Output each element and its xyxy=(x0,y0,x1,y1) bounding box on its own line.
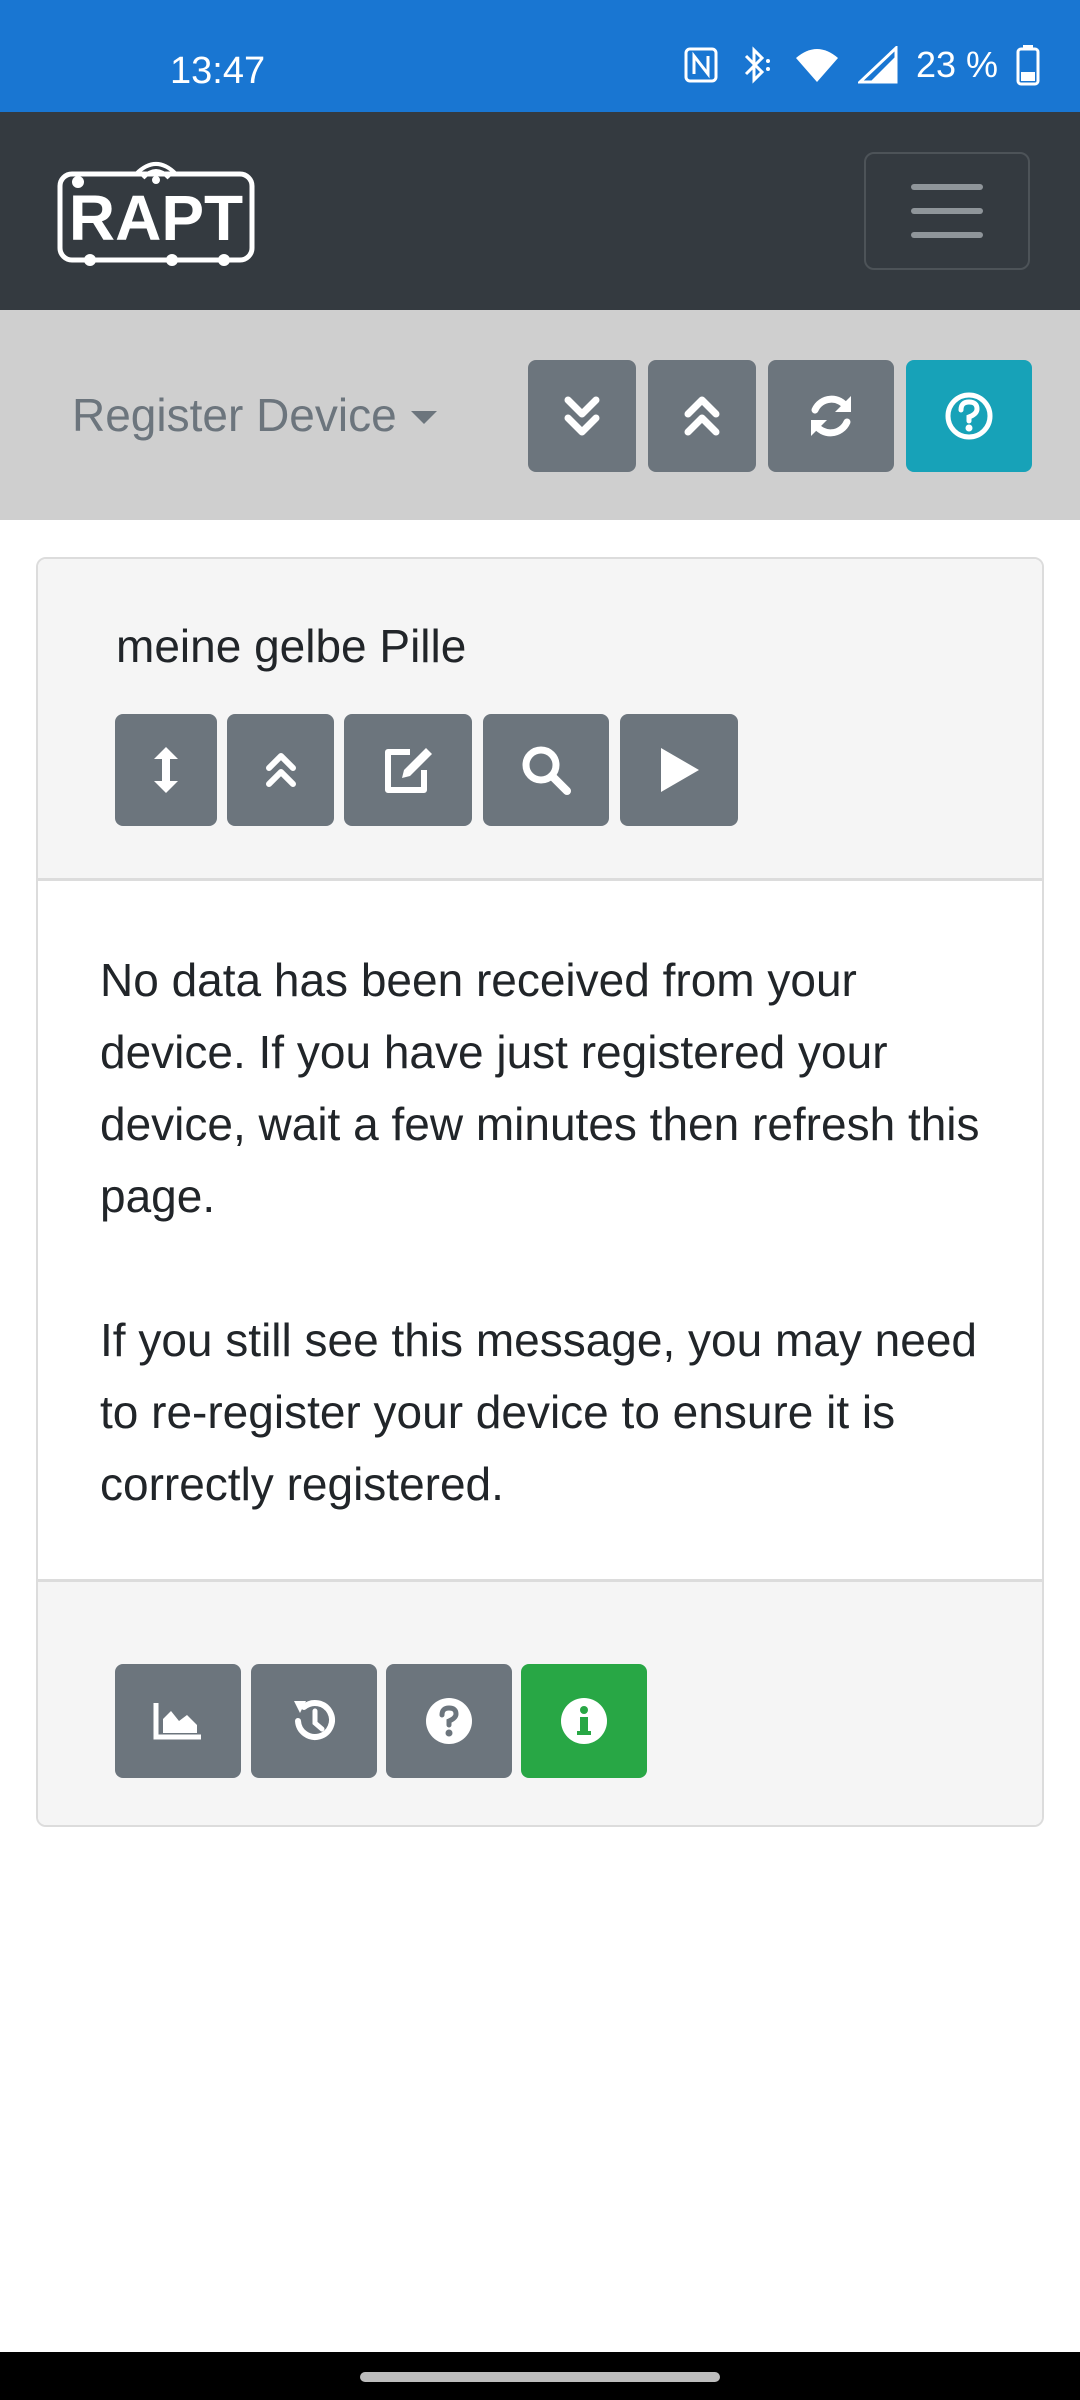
device-help-button[interactable] xyxy=(386,1664,512,1778)
edit-icon xyxy=(385,748,432,793)
chart-button[interactable] xyxy=(115,1664,241,1778)
register-device-dropdown[interactable]: Register Device xyxy=(72,388,437,442)
help-circle-icon xyxy=(945,392,993,440)
system-navigation-bar xyxy=(0,2352,1080,2400)
battery-text: 23 % xyxy=(915,44,998,85)
card-footer xyxy=(38,1579,1042,1825)
hamburger-menu-icon xyxy=(911,184,983,190)
nfc-icon xyxy=(684,47,718,83)
toggle-card-button[interactable] xyxy=(115,714,217,826)
caret-down-icon xyxy=(410,410,437,424)
history-button[interactable] xyxy=(251,1664,377,1778)
double-chevron-down-icon xyxy=(564,396,600,436)
logo-text: RAPT xyxy=(69,182,243,254)
edit-device-button[interactable] xyxy=(344,714,472,826)
info-button[interactable] xyxy=(521,1664,647,1778)
status-bar: 13:47 23 % xyxy=(0,0,1080,112)
cellular-signal-icon xyxy=(857,46,898,84)
vertical-arrows-icon xyxy=(154,747,178,793)
info-circle-icon xyxy=(561,1698,607,1744)
play-button[interactable] xyxy=(620,714,738,826)
refresh-icon xyxy=(811,395,851,437)
reregister-message: If you still see this message, you may n… xyxy=(100,1314,977,1510)
rapt-logo[interactable]: RAPT xyxy=(56,156,256,268)
wifi-icon xyxy=(794,46,840,84)
home-gesture-handle[interactable] xyxy=(360,2372,720,2382)
device-name: meine gelbe Pille xyxy=(116,620,467,672)
search-icon xyxy=(522,746,571,795)
toolbar: Register Device xyxy=(0,310,1080,520)
menu-toggle-button[interactable] xyxy=(864,152,1030,270)
play-icon xyxy=(661,748,699,792)
no-data-message: No data has been received from your devi… xyxy=(100,954,980,1222)
search-button[interactable] xyxy=(483,714,609,826)
collapse-all-button[interactable] xyxy=(648,360,756,472)
area-chart-icon xyxy=(153,1703,201,1740)
expand-all-button[interactable] xyxy=(528,360,636,472)
bluetooth-icon xyxy=(736,45,776,85)
double-chevron-up-icon xyxy=(684,396,720,436)
device-card: meine gelbe Pille No data has been recei… xyxy=(36,557,1044,1827)
dropdown-label: Register Device xyxy=(72,389,397,441)
double-chevron-up-icon xyxy=(265,753,296,787)
collapse-card-button[interactable] xyxy=(227,714,334,826)
history-icon xyxy=(294,1700,335,1740)
help-button[interactable] xyxy=(906,360,1032,472)
battery-icon xyxy=(1016,44,1040,86)
refresh-button[interactable] xyxy=(768,360,894,472)
question-circle-icon xyxy=(426,1698,472,1744)
navbar: RAPT xyxy=(0,112,1080,310)
status-time: 13:47 xyxy=(170,50,266,92)
card-header: meine gelbe Pille xyxy=(38,559,1042,881)
status-icons: 23 % xyxy=(684,44,1040,86)
